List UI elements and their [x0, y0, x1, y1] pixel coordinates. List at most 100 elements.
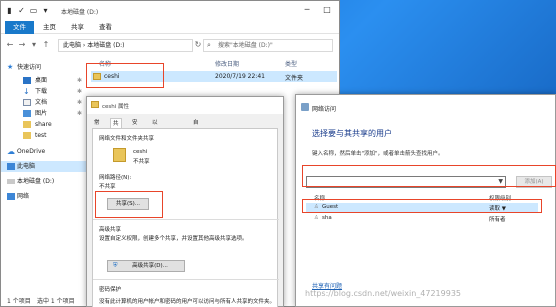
- drive-icon: [7, 179, 15, 184]
- folder-icon: [23, 132, 31, 139]
- share-button[interactable]: 共享(S)...: [107, 198, 149, 210]
- status-selected: 选中 1 个项目: [37, 298, 75, 305]
- new-folder-quick-icon[interactable]: ▭: [29, 6, 38, 15]
- pin-icon: ✱: [77, 110, 83, 117]
- sidebar-item-this-pc[interactable]: 此电脑: [1, 161, 87, 172]
- network-access-desc: 键入名称，然后单击"添加"，或者单击箭头查找用户。: [312, 151, 444, 157]
- document-icon: [23, 99, 31, 106]
- section-advanced-sharing: 高级共享: [99, 227, 122, 233]
- user-name: sha: [322, 215, 332, 221]
- properties-title: ceshi 属性: [102, 104, 130, 110]
- address-bar[interactable]: 此电脑 › 本地磁盘 (D:): [58, 39, 193, 52]
- user-name-input[interactable]: ▼: [306, 176, 506, 188]
- search-icon: ⌕: [207, 41, 211, 49]
- search-placeholder: 搜索"本地磁盘 (D:)": [218, 42, 273, 49]
- sidebar-item-quick-access[interactable]: ★ 快速访问: [1, 62, 87, 73]
- divider: [93, 279, 279, 280]
- pin-icon: ✱: [77, 88, 83, 95]
- tab-customize[interactable]: 自定义: [191, 118, 201, 146]
- share-status: 不共享: [133, 159, 150, 165]
- sidebar-item-onedrive[interactable]: ☁ OneDrive: [1, 146, 87, 157]
- explorer-titlebar: ▮ ✓ ▭ ▾ 本地磁盘 (D:) ─ □: [1, 1, 339, 21]
- sidebar-item-downloads[interactable]: ↓ 下载 ✱: [1, 86, 87, 97]
- refresh-icon[interactable]: ↻: [193, 40, 203, 50]
- search-input[interactable]: ⌕ 搜索"本地磁盘 (D:)": [203, 39, 333, 52]
- picture-icon: [23, 110, 31, 117]
- sidebar-item-share[interactable]: share: [1, 119, 87, 130]
- password-protection-desc: 没有此计算机的用户帐户和密码的用户可以访问与所有人共享的文件夹。: [99, 299, 276, 305]
- column-modified[interactable]: 修改日期: [215, 59, 239, 69]
- user-row-guest[interactable]: ♙ Guest 读取 ▼: [306, 203, 538, 213]
- tab-previous-versions[interactable]: 以前的版本: [150, 118, 160, 166]
- maximize-icon[interactable]: □: [320, 4, 334, 16]
- section-password-protection: 密码保护: [99, 287, 122, 293]
- address-row: ← → ▾ ↑ 此电脑 › 本地磁盘 (D:) ↻ ⌕ 搜索"本地磁盘 (D:)…: [1, 35, 339, 55]
- sidebar-item-pictures[interactable]: 图片 ✱: [1, 108, 87, 119]
- user-name: Guest: [322, 204, 339, 210]
- navigation-pane: ★ 快速访问 桌面 ✱ ↓ 下载 ✱ 文档 ✱ 图片 ✱ share test …: [1, 57, 87, 272]
- cloud-icon: ☁: [7, 147, 15, 156]
- explorer-app-icon: ▮: [7, 6, 12, 15]
- permission-level: 所有者: [489, 217, 506, 223]
- network-path-value: 不共享: [99, 184, 116, 190]
- divider: [93, 219, 279, 220]
- tab-share[interactable]: 共享: [63, 21, 92, 34]
- tab-general[interactable]: 常规: [92, 118, 102, 136]
- ribbon-tabs: 文件 主页 共享 查看: [1, 21, 339, 34]
- advanced-sharing-desc: 设置自定义权限，创建多个共享，并设置其他高级共享选项。: [99, 236, 248, 242]
- network-access-heading: 选择要与其共享的用户: [312, 129, 392, 138]
- watermark: https://blog.csdn.net/weixin_47219935: [305, 289, 462, 298]
- network-icon: [301, 103, 309, 111]
- properties-titlebar: ceshi 属性: [87, 97, 283, 114]
- tab-view[interactable]: 查看: [91, 21, 120, 34]
- network-access-dialog: 网络访问 选择要与其共享的用户 键入名称，然后单击"添加"，或者单击箭头查找用户…: [295, 94, 556, 307]
- network-access-title: 网络访问: [312, 106, 337, 113]
- sharing-panel: 网络文件和文件夹共享 ceshi 不共享 网络路径(N): 不共享 共享(S).…: [92, 128, 279, 307]
- file-modified: 2020/7/19 22:41: [215, 73, 265, 80]
- forward-arrow-icon[interactable]: →: [17, 40, 27, 50]
- pin-icon: ✱: [77, 99, 83, 106]
- permission-dropdown[interactable]: 读取 ▼: [489, 204, 506, 212]
- window-title: 本地磁盘 (D:): [61, 9, 99, 16]
- user-icon: ♙: [314, 204, 319, 210]
- column-permission: 权限级别: [489, 196, 512, 202]
- status-count: 1 个项目: [7, 298, 31, 305]
- up-arrow-icon[interactable]: ↑: [41, 40, 51, 50]
- tab-security[interactable]: 安全: [130, 118, 140, 136]
- tab-home[interactable]: 主页: [35, 21, 64, 34]
- sidebar-item-local-disk-d[interactable]: 本地磁盘 (D:): [1, 176, 87, 187]
- folder-icon: [93, 73, 101, 80]
- chevron-down-icon[interactable]: ▼: [498, 178, 503, 185]
- sidebar-item-network[interactable]: 网络: [1, 191, 87, 202]
- recent-dropdown-icon[interactable]: ▾: [29, 40, 39, 50]
- properties-quick-icon[interactable]: ✓: [17, 6, 26, 15]
- star-icon: ★: [7, 63, 14, 71]
- advanced-sharing-button-label: 高级共享(D)...: [132, 263, 168, 269]
- file-row[interactable]: ceshi 2020/7/19 22:41 文件夹: [91, 71, 337, 82]
- folder-icon: [23, 121, 31, 128]
- network-icon: [7, 193, 15, 200]
- folder-icon: [113, 148, 126, 162]
- folder-icon: [91, 101, 99, 108]
- column-user-name: 名称: [314, 196, 326, 202]
- download-icon: ↓: [23, 87, 30, 96]
- quick-access-dropdown-icon[interactable]: ▾: [41, 6, 50, 15]
- advanced-sharing-button[interactable]: ⛨ 高级共享(D)...: [107, 260, 185, 272]
- share-folder-name: ceshi: [133, 149, 148, 155]
- user-row-sha[interactable]: ♙ sha 所有者: [306, 214, 538, 224]
- pin-icon: ✱: [77, 77, 83, 84]
- minimize-icon[interactable]: ─: [300, 4, 314, 16]
- sidebar-item-desktop[interactable]: 桌面 ✱: [1, 75, 87, 86]
- back-arrow-icon[interactable]: ←: [5, 40, 15, 50]
- network-path-label: 网络路径(N):: [99, 175, 132, 181]
- column-name[interactable]: 名称: [99, 59, 111, 69]
- column-type[interactable]: 类型: [285, 59, 297, 69]
- user-icon: ♙: [314, 215, 319, 221]
- tab-file[interactable]: 文件: [5, 21, 34, 34]
- sidebar-item-test[interactable]: test: [1, 130, 87, 141]
- shield-icon: ⛨: [113, 262, 118, 269]
- add-user-button[interactable]: 添加(A): [516, 176, 552, 188]
- file-type: 文件夹: [285, 75, 304, 82]
- properties-dialog: ceshi 属性 常规 共享 安全 以前的版本 自定义 网络文件和文件夹共享 c…: [86, 96, 284, 307]
- sidebar-item-documents[interactable]: 文档 ✱: [1, 97, 87, 108]
